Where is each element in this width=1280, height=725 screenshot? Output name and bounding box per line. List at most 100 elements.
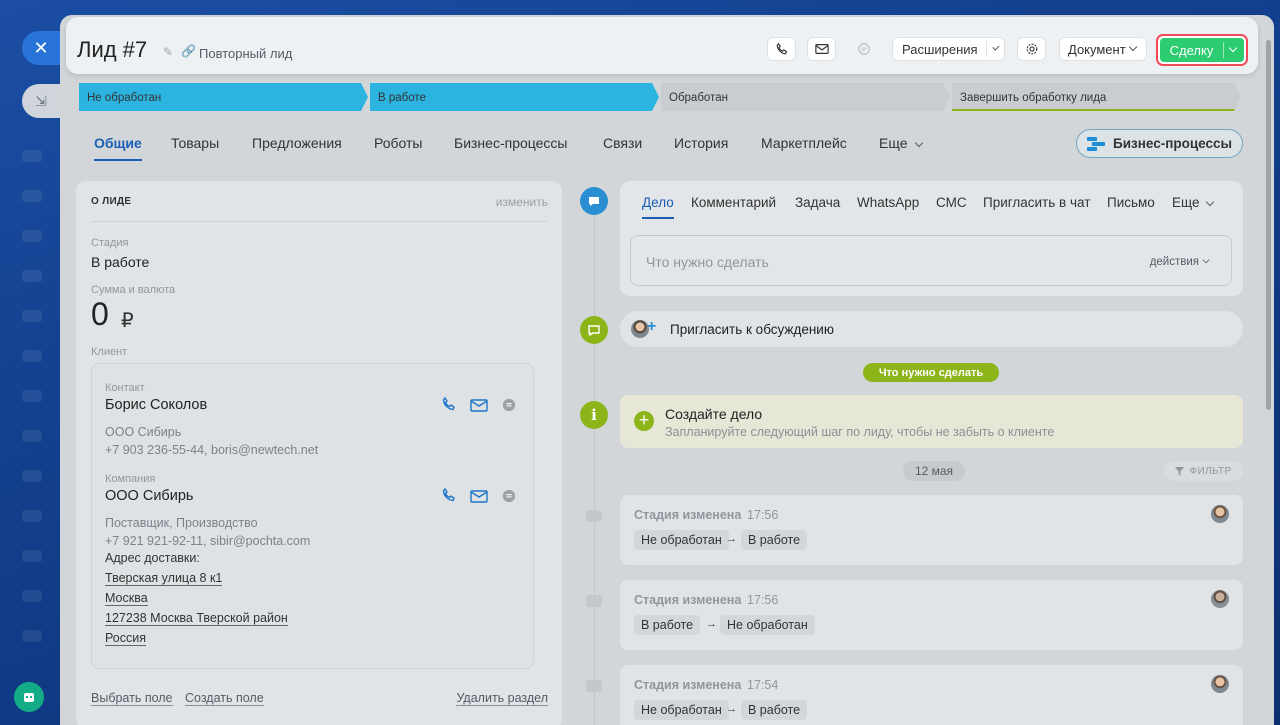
activity-input[interactable]: Что нужно сделать действия [630, 235, 1232, 286]
tab-products[interactable]: Товары [171, 135, 219, 151]
lead-slider: Лид #7 ✎ 🔗 Повторный лид Расширения Доку… [60, 15, 1274, 725]
chat-icon [857, 43, 870, 55]
tab-robots[interactable]: Роботы [374, 135, 422, 151]
convert-to-deal-button[interactable]: Сделку [1156, 34, 1248, 66]
contact-email-button[interactable] [470, 398, 488, 412]
filter-button[interactable]: ФИЛЬТР [1164, 461, 1243, 481]
extensions-dropdown[interactable]: Расширения [892, 37, 1005, 61]
section-heading: О ЛИДЕ [91, 196, 132, 207]
contact-name[interactable]: Борис Соколов [105, 397, 207, 413]
mail-icon [470, 489, 488, 503]
composer-tab-task[interactable]: Задача [795, 195, 840, 210]
arrow-right-icon: → [706, 618, 717, 630]
composer-tab-email[interactable]: Письмо [1107, 195, 1155, 210]
company-chat-button[interactable] [500, 489, 518, 503]
contact-phone-email: +7 903 236-55-44, boris@newtech.net [105, 443, 319, 457]
phone-icon [776, 42, 787, 55]
chevron-down-icon[interactable] [1228, 43, 1238, 53]
sum-value[interactable]: 0 [91, 296, 109, 333]
tag-icon [586, 680, 602, 692]
assistant-button[interactable] [14, 682, 44, 712]
minimize-icon: ⇲ [35, 92, 47, 109]
mail-icon [470, 398, 488, 412]
composer-tab-sms[interactable]: СМС [936, 195, 967, 210]
tab-more-label: Еще [879, 135, 908, 151]
document-dropdown[interactable]: Документ [1059, 37, 1147, 61]
mail-icon [814, 44, 829, 54]
call-button[interactable] [767, 37, 796, 61]
tab-offers[interactable]: Предложения [252, 135, 342, 151]
chat-button[interactable] [849, 37, 878, 61]
tab-more[interactable]: Еще [879, 135, 928, 151]
close-slider-button[interactable]: ✕ [22, 31, 60, 65]
gear-icon [1026, 43, 1037, 55]
add-icon[interactable]: + [634, 411, 654, 431]
business-processes-button[interactable]: Бизнес-процессы [1076, 129, 1243, 158]
stage-processed[interactable]: Обработан [661, 83, 950, 111]
contact-call-button[interactable] [440, 396, 458, 411]
extensions-label: Расширения [902, 41, 978, 57]
stage-finish[interactable]: Завершить обработку лида [952, 83, 1241, 111]
event-title: Стадия изменена [634, 678, 742, 692]
edit-section-link[interactable]: изменить [496, 195, 548, 209]
composer-tab-comment[interactable]: Комментарий [691, 195, 776, 210]
sidebar-ghost-item [22, 590, 42, 602]
composer-tab-activity[interactable]: Дело [642, 195, 674, 219]
bot-icon [24, 693, 34, 702]
stage-in-progress[interactable]: В работе [370, 83, 659, 111]
tab-bar: Общие Товары Предложения Роботы Бизнес-п… [94, 131, 1244, 161]
create-activity-card[interactable]: + Создайте дело Запланируйте следующий ш… [620, 395, 1243, 448]
chat-icon [588, 324, 600, 336]
document-label: Документ [1068, 41, 1126, 57]
actions-dropdown[interactable]: действия [1150, 256, 1215, 268]
address-postal[interactable]: 127238 Москва Тверской район [105, 611, 288, 626]
phone-icon [442, 487, 455, 502]
stage-to-tag: В работе [741, 530, 808, 550]
divider [1223, 42, 1224, 58]
sidebar-ghost-item [22, 310, 42, 322]
email-button[interactable] [807, 37, 836, 61]
chat-icon [502, 398, 516, 412]
stage-from-tag: Не обработан [634, 700, 729, 720]
timeline-line [594, 205, 595, 725]
avatar [1211, 675, 1229, 693]
tag-icon [586, 595, 602, 607]
divider [985, 41, 987, 57]
address-street[interactable]: Тверская улица 8 к1 [105, 571, 223, 586]
address-country[interactable]: Россия [105, 631, 146, 646]
tab-history[interactable]: История [674, 135, 728, 151]
stage-not-processed[interactable]: Не обработан [79, 83, 368, 111]
tab-general[interactable]: Общие [94, 135, 142, 161]
page-title: Лид #7 [77, 37, 148, 62]
select-field-link[interactable]: Выбрать поле [91, 691, 173, 706]
workflow-icon [1087, 136, 1105, 151]
scrollbar[interactable] [1266, 40, 1271, 410]
timeline-chat-dot [580, 316, 608, 344]
sidebar-ghost-item [22, 510, 42, 522]
contact-chat-button[interactable] [500, 398, 518, 412]
company-email-button[interactable] [470, 489, 488, 503]
company-call-button[interactable] [440, 487, 458, 502]
tab-links[interactable]: Связи [603, 135, 642, 151]
minimize-slider-button[interactable]: ⇲ [22, 84, 60, 118]
create-field-link[interactable]: Создать поле [185, 691, 264, 706]
company-name[interactable]: ООО Сибирь [105, 488, 193, 504]
invite-discussion-row[interactable]: + Пригласить к обсуждению [620, 311, 1243, 347]
tab-business-processes[interactable]: Бизнес-процессы [454, 135, 567, 151]
timeline-composer-dot [580, 187, 608, 215]
address-city[interactable]: Москва [105, 591, 148, 606]
delete-section-link[interactable]: Удалить раздел [456, 691, 548, 706]
tab-marketplace[interactable]: Маркетплейс [761, 135, 847, 151]
settings-button[interactable] [1017, 37, 1046, 61]
event-title: Стадия изменена [634, 593, 742, 607]
delivery-address-label: Адрес доставки: [105, 551, 200, 565]
composer-tab-whatsapp[interactable]: WhatsApp [857, 195, 919, 210]
composer-tab-more[interactable]: Еще [1172, 195, 1219, 210]
currency-symbol: ₽ [121, 310, 134, 332]
link-icon[interactable]: 🔗 [181, 44, 196, 58]
pencil-icon[interactable]: ✎ [163, 45, 173, 59]
composer-tab-invite-chat[interactable]: Пригласить в чат [983, 195, 1090, 210]
stage-field-value[interactable]: В работе [91, 254, 149, 270]
message-icon [589, 196, 599, 206]
sidebar-ghost-item [22, 190, 42, 202]
